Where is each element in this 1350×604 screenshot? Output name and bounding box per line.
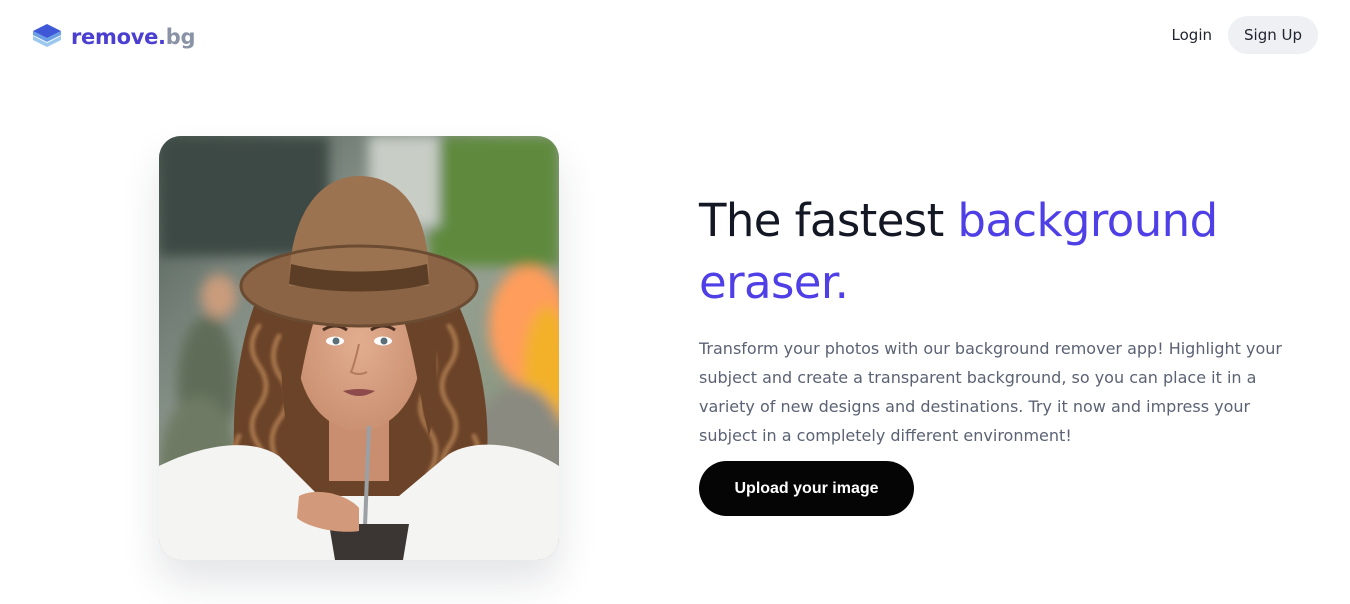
hero-image <box>159 136 559 560</box>
upload-image-button[interactable]: Upload your image <box>699 461 914 516</box>
layers-icon <box>33 24 61 47</box>
hero-description: Transform your photos with our backgroun… <box>699 339 1282 445</box>
page: remove.bg Login Sign Up The fastest back… <box>0 0 1350 604</box>
logo-text: remove.bg <box>71 25 195 49</box>
logo-brand-main: remove. <box>71 25 166 49</box>
logo-link[interactable]: remove.bg <box>32 20 195 54</box>
logo-brand-tld: bg <box>165 25 196 49</box>
hero-content: The fastest background eraser. Transform… <box>699 190 1299 516</box>
site-header: remove.bg Login Sign Up <box>0 0 1350 74</box>
signup-button[interactable]: Sign Up <box>1228 16 1318 54</box>
headline-text: The fastest <box>699 194 958 247</box>
hero-photo <box>159 136 559 560</box>
hero-headline: The fastest background eraser. <box>699 190 1299 314</box>
header-nav: Login Sign Up <box>1156 16 1318 54</box>
login-link[interactable]: Login <box>1156 16 1228 54</box>
